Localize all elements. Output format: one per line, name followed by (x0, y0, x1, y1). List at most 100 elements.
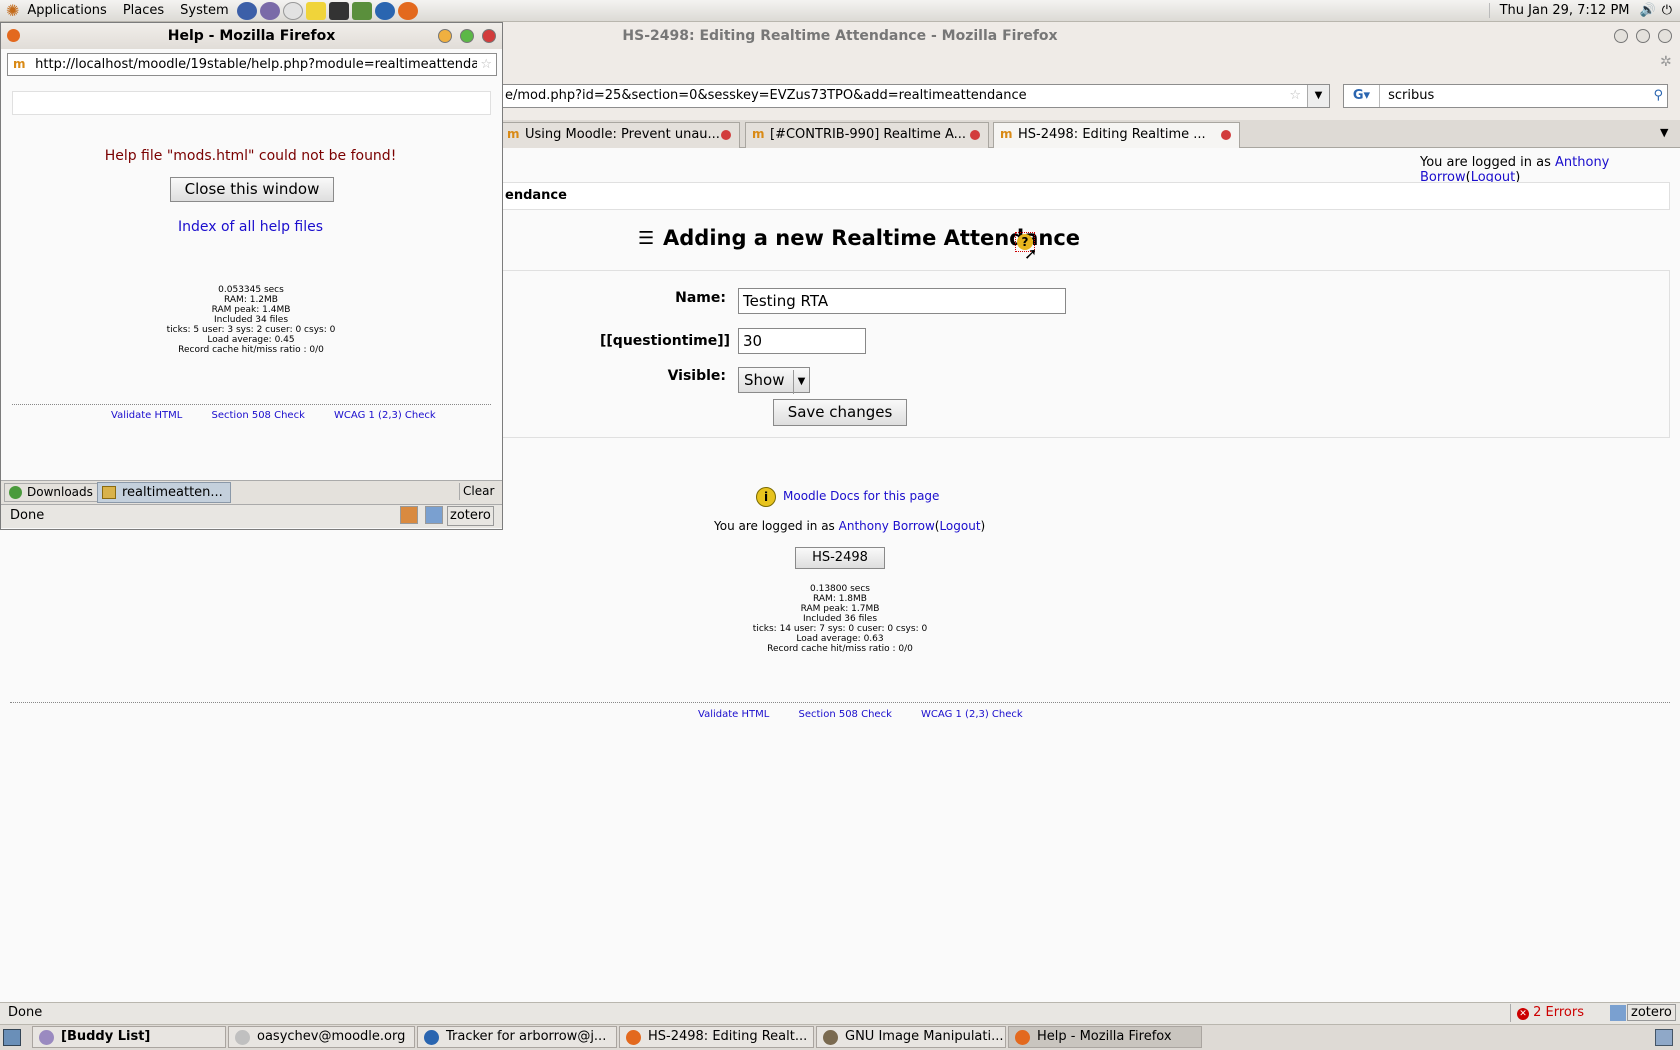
tab-close-icon[interactable] (721, 130, 731, 140)
tab-contrib-990[interactable]: m [#CONTRIB-990] Realtime A... (745, 122, 989, 148)
google-engine-icon[interactable]: G▾ (1344, 85, 1380, 107)
wcag-link[interactable]: WCAG 1 (2,3) Check (334, 410, 436, 421)
breadcrumb[interactable]: endance (500, 182, 1670, 210)
download-item[interactable]: realtimeatten... (97, 482, 231, 503)
clock[interactable]: Thu Jan 29, 7:12 PM (1488, 3, 1640, 18)
pidgin-icon (39, 1030, 54, 1045)
moodle-favicon-icon: m (1000, 127, 1013, 141)
help-mail-icon[interactable] (425, 506, 443, 524)
search-input[interactable]: scribus (1384, 88, 1434, 103)
archive-icon (102, 486, 116, 499)
help-breadcrumb-box (12, 91, 491, 115)
visible-select[interactable]: Show ▼ (738, 367, 810, 394)
help-close-button[interactable] (482, 29, 496, 43)
help-url-bar[interactable]: m http://localhost/moodle/19stable/help.… (7, 53, 497, 76)
notes-launcher-icon[interactable] (305, 1, 326, 20)
bookmark-star-icon[interactable]: ☆ (1289, 85, 1301, 107)
tab-using-moodle[interactable]: m Using Moodle: Prevent unau... (500, 122, 740, 148)
moodle-favicon-icon: m (507, 127, 520, 141)
validate-html-link[interactable]: Validate HTML (111, 410, 182, 421)
save-changes-button[interactable]: Save changes (773, 399, 907, 426)
gimp-icon (823, 1030, 838, 1045)
course-home-button[interactable]: HS-2498 (795, 547, 885, 569)
validate-html-link[interactable]: Validate HTML (698, 709, 769, 720)
moodle-favicon-icon: m (13, 57, 26, 71)
main-url-text: e/mod.php?id=25&section=0&sesskey=EVZus7… (505, 88, 1027, 103)
monitor-launcher-icon[interactable] (351, 1, 372, 20)
help-footer-divider (12, 404, 491, 405)
error-icon: ✕ (1517, 1008, 1529, 1020)
errors-indicator[interactable]: ✕ 2 Errors (1510, 1004, 1590, 1022)
firefox-launcher-icon[interactable] (397, 1, 418, 20)
globe-launcher-icon[interactable] (236, 1, 257, 20)
main-minimize-button[interactable] (1614, 29, 1628, 43)
info-icon: i (756, 487, 776, 507)
chevron-down-icon: ▼ (793, 370, 809, 394)
downloads-icon (9, 486, 22, 499)
tab-list-arrow-icon[interactable]: ▼ (1660, 126, 1668, 139)
task-hs-2498[interactable]: HS-2498: Editing Realt... (619, 1026, 814, 1048)
search-bar[interactable]: G▾ scribus ⚲ (1343, 84, 1668, 108)
help-minimize-button[interactable] (438, 29, 452, 43)
help-url-text: http://localhost/moodle/19stable/help.ph… (35, 57, 488, 72)
task-gimp[interactable]: GNU Image Manipulati... (816, 1026, 1006, 1048)
name-input[interactable]: Testing RTA (738, 288, 1066, 314)
questiontime-input[interactable]: 30 (738, 328, 866, 354)
firefox-icon (1015, 1030, 1030, 1045)
search-magnifier-icon[interactable]: ⚲ (1653, 85, 1663, 107)
applications-menu[interactable]: Applications (19, 3, 114, 18)
logout-link[interactable]: Logout (939, 519, 980, 533)
help-maximize-button[interactable] (460, 29, 474, 43)
task-buddy-list[interactable]: [Buddy List] (32, 1026, 226, 1048)
tab-close-icon[interactable] (970, 130, 980, 140)
trash-icon[interactable] (1655, 1029, 1673, 1046)
visible-label: Visible: (667, 368, 726, 384)
power-icon[interactable]: ⏻ (1662, 3, 1672, 18)
wcag-link[interactable]: WCAG 1 (2,3) Check (921, 709, 1023, 720)
task-help-firefox[interactable]: Help - Mozilla Firefox (1008, 1026, 1202, 1048)
main-close-button[interactable] (1658, 29, 1672, 43)
task-tracker[interactable]: Tracker for arborrow@j... (417, 1026, 617, 1048)
help-status-text: Done (10, 508, 45, 523)
mouse-cursor-icon: ➚ (1024, 244, 1038, 263)
firebug-icon[interactable] (400, 506, 418, 524)
pidgin-launcher-icon[interactable] (259, 1, 280, 20)
help-window-title: Help - Mozilla Firefox (1, 23, 502, 49)
help-index-link[interactable]: Index of all help files (0, 219, 501, 235)
name-label: Name: (675, 290, 726, 306)
moodle-docs-link[interactable]: Moodle Docs for this page (783, 489, 939, 503)
ubuntu-logo-icon[interactable]: ✺ (6, 1, 19, 20)
help-bookmark-star-icon[interactable]: ☆ (477, 54, 492, 75)
task-email[interactable]: oasychev@moodle.org (228, 1026, 415, 1048)
downloads-clear-button[interactable]: Clear (459, 483, 497, 500)
login-info-bottom: You are logged in as Anthony Borrow(Logo… (714, 519, 986, 533)
footer-links: Validate HTML Section 508 Check WCAG 1 (… (698, 709, 1023, 720)
close-window-button[interactable]: Close this window (170, 177, 334, 202)
throbber-icon: ✲ (1660, 54, 1672, 70)
firefox-window-icon (7, 29, 20, 42)
zotero-button[interactable]: zotero (1627, 1004, 1676, 1021)
system-menu[interactable]: System (172, 3, 236, 18)
top-panel: ✺ Applications Places System Thu Jan 29,… (0, 0, 1680, 22)
url-dropdown-icon[interactable]: ▼ (1307, 85, 1329, 107)
main-maximize-button[interactable] (1636, 29, 1650, 43)
thunderbird-launcher-icon[interactable] (374, 1, 395, 20)
places-menu[interactable]: Places (115, 3, 172, 18)
main-status-bar: Done (0, 1002, 1680, 1024)
terminal-launcher-icon[interactable] (328, 1, 349, 20)
section-508-link[interactable]: Section 508 Check (799, 709, 892, 720)
tab-hs-2498[interactable]: m HS-2498: Editing Realtime ... (993, 122, 1240, 148)
clock-launcher-icon[interactable] (282, 1, 303, 20)
user-link[interactable]: Anthony Borrow (839, 519, 935, 533)
main-url-bar[interactable]: e/mod.php?id=25&section=0&sesskey=EVZus7… (500, 84, 1330, 108)
section-508-link[interactable]: Section 508 Check (212, 410, 305, 421)
login-info-top: You are logged in as Anthony Borrow(Logo… (1420, 155, 1610, 185)
help-error-message: Help file "mods.html" could not be found… (104, 148, 397, 164)
tab-close-icon[interactable] (1221, 130, 1231, 140)
performance-info: 0.13800 secs RAM: 1.8MB RAM peak: 1.7MB … (752, 584, 928, 654)
mail-status-icon[interactable] (1610, 1005, 1626, 1021)
help-zotero-button[interactable]: zotero (447, 506, 494, 526)
volume-icon[interactable]: 🔊 (1640, 3, 1656, 18)
downloads-button[interactable]: Downloads (4, 483, 98, 502)
show-desktop-icon[interactable] (3, 1029, 21, 1046)
